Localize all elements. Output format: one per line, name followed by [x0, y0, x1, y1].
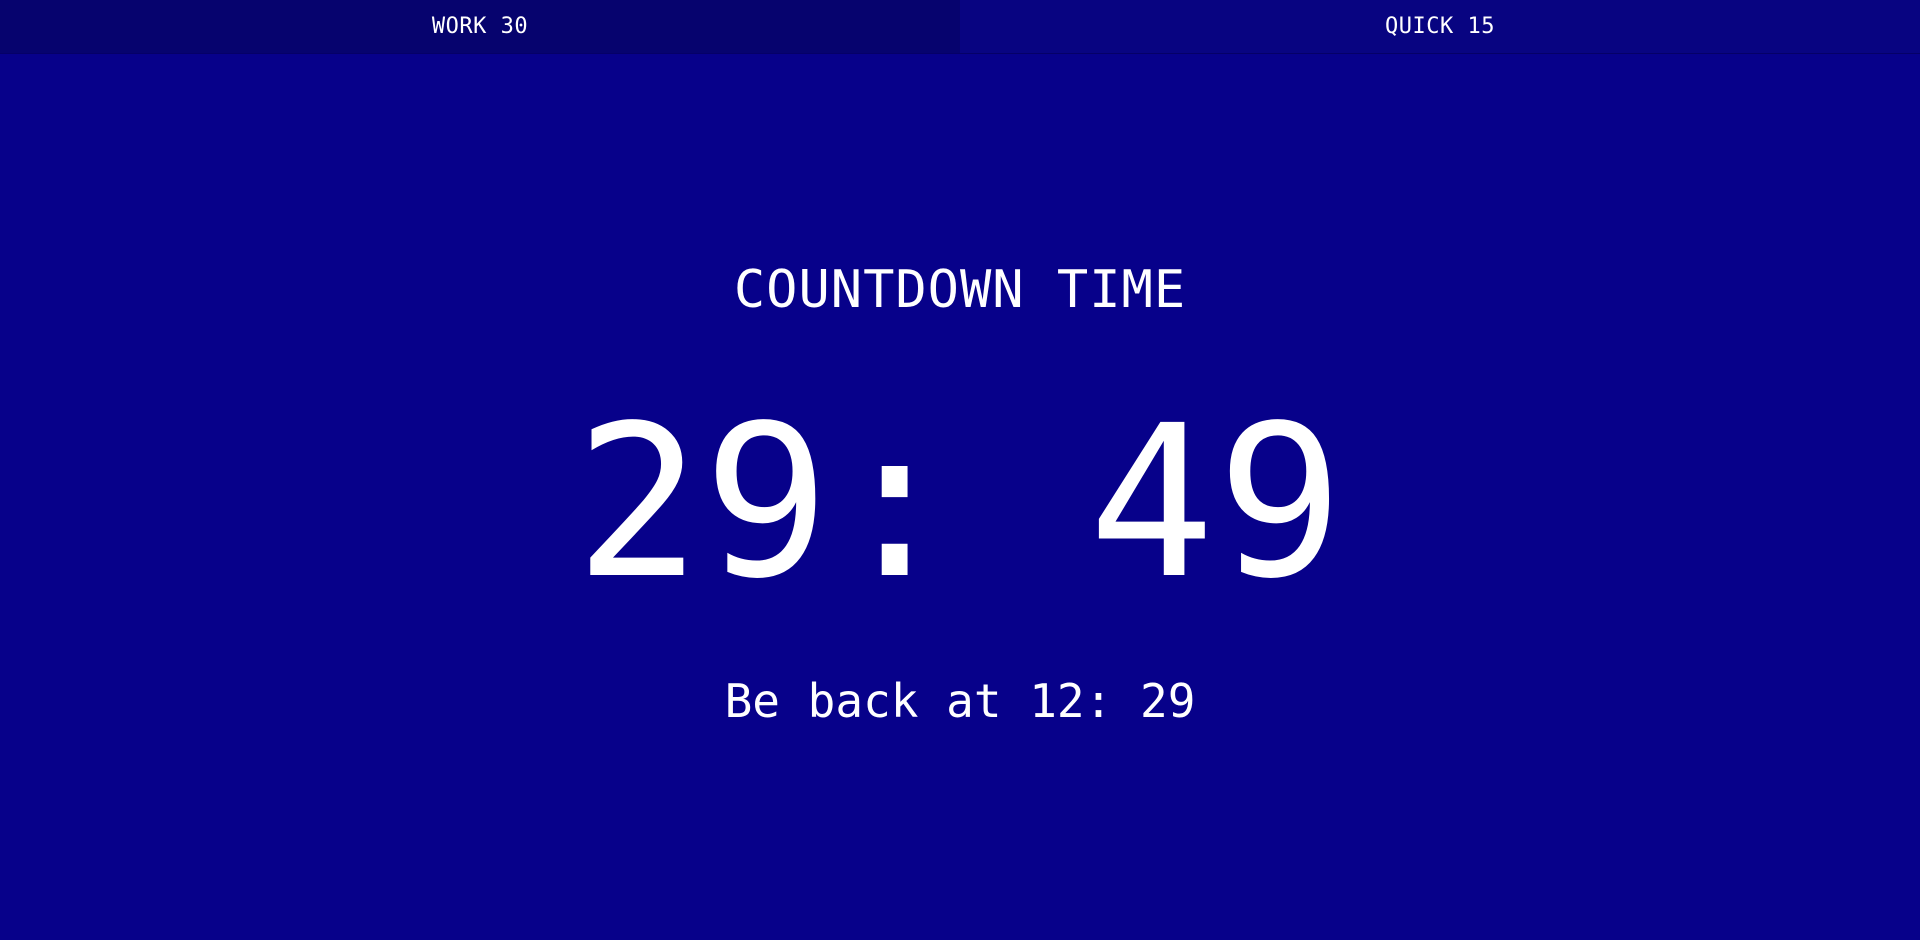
return-time-note: Be back at 12: 29 — [724, 674, 1196, 728]
tab-work-30[interactable]: WORK 30 — [0, 0, 960, 53]
tab-quick-15[interactable]: QUICK 15 — [960, 0, 1920, 53]
countdown-heading: COUNTDOWN TIME — [733, 260, 1187, 320]
mode-tab-bar: WORK 30 QUICK 15 — [0, 0, 1920, 53]
tab-work-30-label: WORK 30 — [431, 14, 529, 39]
timer-panel: COUNTDOWN TIME 29: 49 Be back at 12: 29 — [0, 53, 1920, 940]
countdown-display: 29: 49 — [574, 380, 1346, 625]
tab-quick-15-label: QUICK 15 — [1385, 14, 1495, 39]
